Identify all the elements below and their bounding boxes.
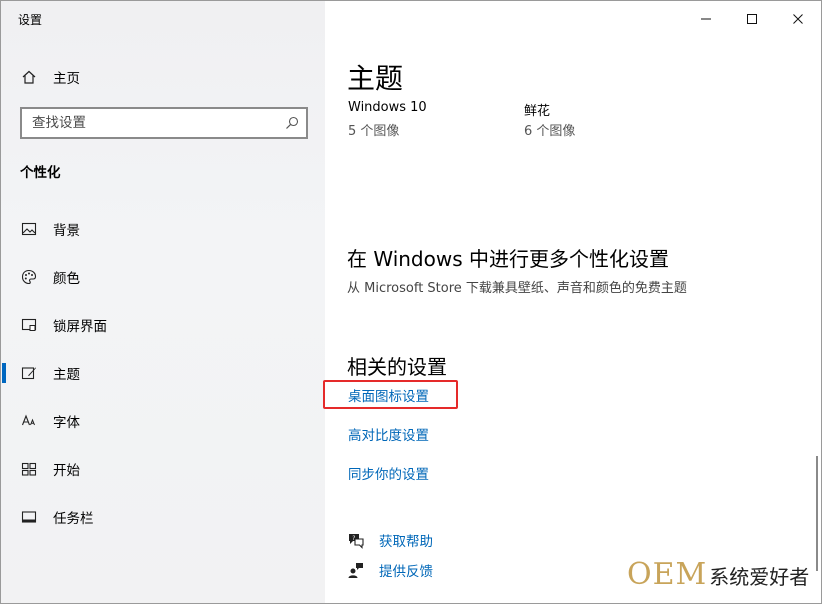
close-button[interactable] xyxy=(775,1,821,37)
desktop-icon-settings-link[interactable]: 桌面图标设置 xyxy=(348,385,429,405)
sidebar-item-background[interactable]: 背景 xyxy=(1,209,325,249)
sidebar-item-home[interactable]: 主页 xyxy=(1,57,325,97)
maximize-icon xyxy=(747,14,757,24)
sidebar-item-label: 开始 xyxy=(53,463,80,479)
theme-count-windows: 5 个图像 xyxy=(348,124,400,139)
minimize-icon xyxy=(701,18,711,20)
sidebar-item-label: 颜色 xyxy=(53,271,80,287)
home-icon xyxy=(21,69,37,85)
watermark-latin: OEM xyxy=(627,557,708,592)
window-title: 设置 xyxy=(18,13,43,27)
high-contrast-settings-link[interactable]: 高对比度设置 xyxy=(348,424,429,444)
more-personalization-heading: 在 Windows 中进行更多个性化设置 xyxy=(347,247,669,271)
more-personalization-desc: 从 Microsoft Store 下载兼具壁纸、声音和颜色的免费主题 xyxy=(347,281,687,296)
font-icon xyxy=(21,413,37,429)
theme-icon xyxy=(21,365,37,381)
close-icon xyxy=(793,14,803,24)
sidebar-item-fonts[interactable]: 字体 xyxy=(1,401,325,441)
sidebar-item-label: 锁屏界面 xyxy=(53,319,107,335)
page-title: 主题 xyxy=(347,62,404,95)
section-title: 个性化 xyxy=(20,165,61,181)
sidebar-item-start[interactable]: 开始 xyxy=(1,449,325,489)
sidebar-item-lock-screen[interactable]: 锁屏界面 xyxy=(1,305,325,345)
scrollbar[interactable] xyxy=(816,456,818,571)
sidebar: 设置 主页 个性化 背景 颜色 xyxy=(1,1,325,603)
lock-screen-icon xyxy=(21,317,37,333)
sidebar-item-label: 背景 xyxy=(53,223,80,239)
related-settings-heading: 相关的设置 xyxy=(347,355,447,379)
start-icon xyxy=(21,461,37,477)
sidebar-item-label: 主页 xyxy=(53,71,80,87)
svg-text:?: ? xyxy=(352,535,355,542)
maximize-button[interactable] xyxy=(729,1,775,37)
feedback-icon xyxy=(347,561,365,579)
feedback-label: 提供反馈 xyxy=(379,564,433,580)
get-help-label: 获取帮助 xyxy=(379,534,433,550)
sync-settings-link[interactable]: 同步你的设置 xyxy=(348,463,429,483)
watermark-cn: 系统爱好者 xyxy=(709,565,810,589)
theme-count-flowers: 6 个图像 xyxy=(524,124,576,139)
theme-name-windows[interactable]: Windows 10 xyxy=(348,100,427,115)
sidebar-item-label: 主题 xyxy=(53,367,80,383)
watermark-logo: OEM 系统爱好者 xyxy=(627,557,809,595)
sidebar-item-label: 字体 xyxy=(53,415,80,431)
settings-window: 设置 主页 个性化 背景 颜色 xyxy=(0,0,822,604)
palette-icon xyxy=(21,269,37,285)
sidebar-item-themes[interactable]: 主题 xyxy=(1,353,325,393)
help-chat-icon: ? xyxy=(347,531,365,549)
feedback-link[interactable]: 提供反馈 xyxy=(347,559,433,581)
search-box[interactable] xyxy=(20,107,308,139)
get-help-link[interactable]: ? 获取帮助 xyxy=(347,529,433,551)
image-icon xyxy=(21,221,37,237)
minimize-button[interactable] xyxy=(683,1,729,37)
sidebar-item-label: 任务栏 xyxy=(53,511,94,527)
sidebar-item-colors[interactable]: 颜色 xyxy=(1,257,325,297)
theme-name-flowers[interactable]: 鲜花 xyxy=(524,100,550,119)
search-input[interactable] xyxy=(22,109,272,137)
search-icon[interactable] xyxy=(284,115,300,131)
taskbar-icon xyxy=(21,509,37,525)
sidebar-item-taskbar[interactable]: 任务栏 xyxy=(1,497,325,537)
